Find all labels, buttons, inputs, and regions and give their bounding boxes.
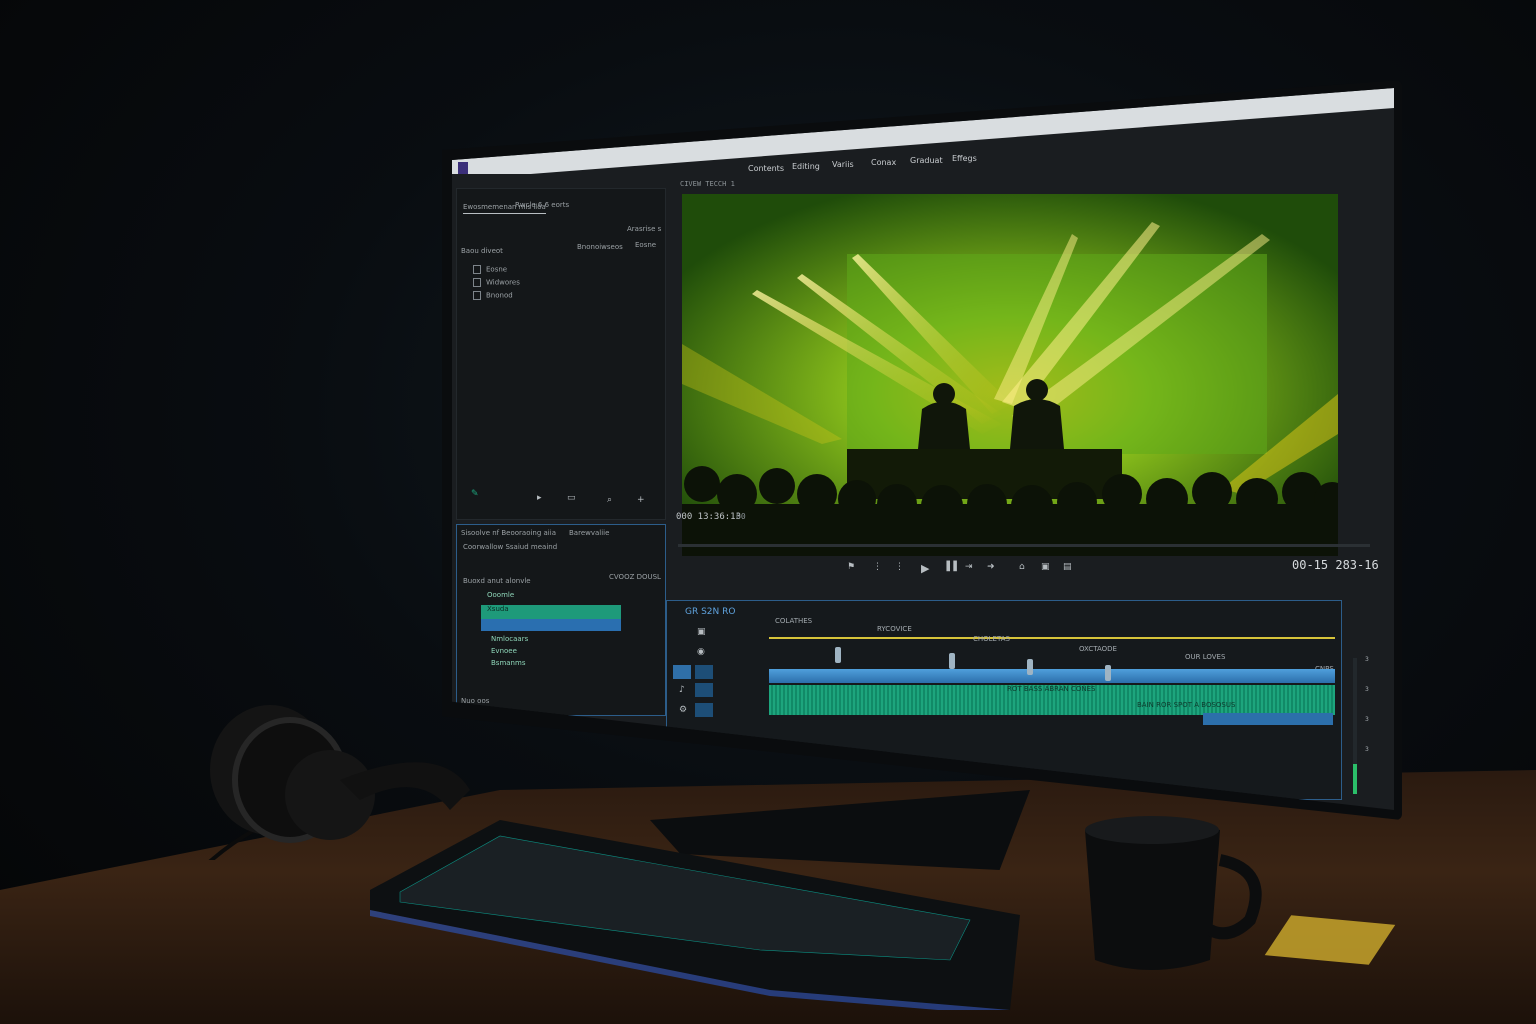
bin-icon[interactable]: ▭ bbox=[567, 493, 576, 503]
clip-handle[interactable] bbox=[835, 647, 841, 663]
concert-frame bbox=[682, 194, 1338, 556]
audio-label: BAIN ROR SPOT A BOSOSUS bbox=[1137, 701, 1236, 709]
play-icon[interactable]: ▶ bbox=[921, 562, 929, 575]
meter-scale: 3 bbox=[1365, 656, 1369, 663]
wrench-icon[interactable]: ⚙ bbox=[679, 705, 687, 715]
timeline-ruler[interactable] bbox=[769, 637, 1335, 639]
program-timecode-suffix: 00 bbox=[736, 512, 746, 521]
track-row[interactable]: Bsmanms bbox=[481, 659, 629, 671]
program-timecode-left[interactable]: 000 13:36:13 bbox=[676, 512, 741, 522]
meter-scale: 3 bbox=[1365, 686, 1369, 693]
meter-scale: 3 bbox=[1365, 716, 1369, 723]
effects-label-right: CVOOZ DOUSL bbox=[609, 573, 661, 581]
marker-label[interactable]: OUR LOVES bbox=[1185, 653, 1225, 661]
menu-editing[interactable]: Editing bbox=[792, 162, 820, 171]
marker-label[interactable]: RYCOVICE bbox=[877, 625, 912, 633]
project-panel: Ewosmemenan mis lloa Rwcle 6 6 eorts Ara… bbox=[456, 188, 666, 520]
menu-conax[interactable]: Conax bbox=[871, 158, 896, 167]
program-monitor-label: CIVEW TECCH 1 bbox=[680, 180, 735, 188]
marker-icon[interactable]: ⚑ bbox=[847, 562, 855, 572]
program-scrubber[interactable] bbox=[678, 544, 1370, 547]
effects-label-left: Buoxd anut alonvle bbox=[463, 577, 531, 585]
effects-panel: Sisoolve nf Beooraoing aiia Barewvaliie … bbox=[456, 524, 666, 716]
audio-label: ROT BASS ABRAN CONES bbox=[1007, 685, 1096, 693]
add-icon[interactable]: + bbox=[637, 495, 645, 505]
track-row-selected[interactable]: Xsuda bbox=[481, 605, 621, 619]
editor-screen: Contents Editing Variis Conax Graduat Ef… bbox=[452, 88, 1394, 810]
menu-effegs[interactable]: Effegs bbox=[952, 154, 977, 163]
file-icon bbox=[473, 265, 481, 274]
zoom-icon[interactable]: ⌕ bbox=[607, 495, 612, 505]
file-icon bbox=[473, 291, 481, 300]
meter-level-left bbox=[1353, 764, 1357, 794]
track-row[interactable]: Evnoee bbox=[481, 647, 629, 659]
video-clip[interactable] bbox=[769, 669, 1335, 683]
overwrite-icon[interactable]: ➜ bbox=[987, 562, 995, 572]
menu-graduat[interactable]: Graduat bbox=[910, 156, 943, 165]
list-item[interactable]: Eosne bbox=[473, 265, 507, 274]
list-item[interactable]: Widwores bbox=[473, 278, 520, 287]
step-forward-icon[interactable]: ⇥ bbox=[965, 562, 973, 572]
track-row[interactable]: Nmlocaars bbox=[481, 635, 629, 647]
project-right-label: Arasrise s bbox=[627, 225, 662, 233]
project-header-right: Eosne bbox=[635, 241, 657, 249]
track-row[interactable]: Ooomle bbox=[481, 591, 629, 603]
marker-label[interactable]: COLATHES bbox=[775, 617, 812, 625]
eye-icon[interactable]: ◉ bbox=[697, 647, 705, 657]
select-tool-icon[interactable]: ▸ bbox=[537, 493, 542, 503]
program-monitor-video[interactable] bbox=[682, 194, 1338, 556]
audio-meter: 3 3 3 3 bbox=[1351, 654, 1377, 804]
list-item[interactable]: Bnonod bbox=[473, 291, 513, 300]
lock-icon[interactable]: ▣ bbox=[697, 627, 706, 637]
new-item-icon[interactable]: ✎ bbox=[471, 489, 479, 499]
track-target-v1[interactable] bbox=[673, 665, 691, 679]
keyboard bbox=[370, 820, 1020, 1010]
sequence-label: GR S2N RO bbox=[685, 607, 736, 617]
effects-track-list: Ooomle Xsuda Nmlocaars Evnoee Bsmanms bbox=[481, 591, 629, 691]
clip-handle[interactable] bbox=[1027, 659, 1033, 675]
track-target-a2[interactable] bbox=[695, 683, 713, 697]
effects-tab-second[interactable]: Barewvaliie bbox=[569, 529, 609, 537]
speaker-icon[interactable]: ♪ bbox=[679, 685, 685, 695]
menu-variis[interactable]: Variis bbox=[832, 160, 854, 169]
effects-line2: Coorwallow Ssaiud meaind bbox=[463, 543, 558, 551]
compare-icon[interactable]: ▣ bbox=[1041, 562, 1050, 572]
project-header-mid: Bnonoiwseos bbox=[577, 243, 623, 251]
menu-contents[interactable]: Contents bbox=[748, 164, 784, 173]
effects-tab-main[interactable]: Sisoolve nf Beooraoing aiia bbox=[461, 529, 556, 537]
track-target-a3[interactable] bbox=[695, 703, 713, 717]
meter-scale: 3 bbox=[1365, 746, 1369, 753]
program-timecode-right[interactable]: 00-15 283-16 bbox=[1292, 558, 1379, 572]
clip-handle[interactable] bbox=[1105, 665, 1111, 681]
in-point-icon[interactable]: ⋮ bbox=[873, 562, 882, 572]
audio-clip-blue[interactable] bbox=[1203, 713, 1333, 725]
track-target-a1[interactable] bbox=[695, 665, 713, 679]
step-back-icon[interactable]: ▐▐ bbox=[943, 562, 957, 572]
mug bbox=[1085, 816, 1262, 970]
marker-label[interactable]: CHOLETAS bbox=[973, 635, 1010, 643]
export-frame-icon[interactable]: ⌂ bbox=[1019, 562, 1025, 572]
project-header-left: Baou diveot bbox=[461, 247, 503, 255]
transport-controls: ⚑ ⋮ ⋮ ▶ ▐▐ ⇥ ➜ ⌂ ▣ ▤ bbox=[847, 562, 1087, 582]
track-row-selected-blue[interactable] bbox=[481, 619, 621, 631]
out-point-icon[interactable]: ⋮ bbox=[895, 562, 904, 572]
marker-label[interactable]: OXCTAODE bbox=[1079, 645, 1117, 653]
project-tab-second[interactable]: Rwcle 6 6 eorts bbox=[515, 201, 569, 209]
clip-handle[interactable] bbox=[949, 653, 955, 669]
settings-icon[interactable]: ▤ bbox=[1063, 562, 1072, 572]
file-icon bbox=[473, 278, 481, 287]
